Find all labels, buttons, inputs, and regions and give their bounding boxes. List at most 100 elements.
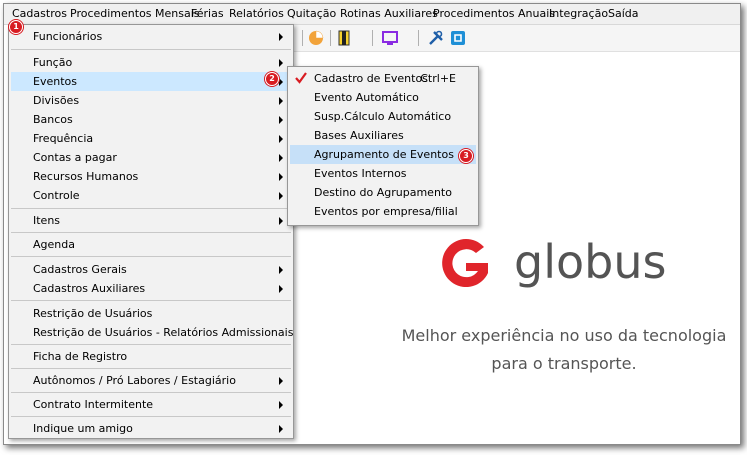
submenu-arrow-icon [279,135,283,143]
menu-item-bancos[interactable]: Bancos [11,110,291,129]
submenu-arrow-icon [279,97,283,105]
tagline-line-2: para o transporte. [491,354,637,373]
submenu-item-cadastro-de-eventos[interactable]: Cadastro de Eventos Ctrl+E [290,69,476,88]
menu-rotinas-auxiliares[interactable]: Rotinas Auxiliares [340,7,438,20]
submenu-item-susp-calculo-automatico[interactable]: Susp.Cálculo Automático [290,107,476,126]
globus-logo-icon [442,239,488,288]
menu-separator [11,49,291,50]
submenu-arrow-icon [279,425,283,433]
step-badge-1: 1 [9,20,23,34]
menu-item-indique-um-amigo[interactable]: Indique um amigo [11,419,291,438]
menu-item-restricao-usuarios[interactable]: Restrição de Usuários [11,304,291,323]
submenu-arrow-icon [279,154,283,162]
toolbar-separator [302,30,303,46]
menu-relatorios[interactable]: Relatórios [229,7,284,20]
menu-item-label: Itens [33,214,61,227]
menu-item-funcionarios[interactable]: Funcionários [11,27,291,46]
menu-procedimentos-anuais[interactable]: Procedimentos Anuais [433,7,555,20]
menu-item-label: Controle [33,189,80,202]
menu-item-frequencia[interactable]: Frequência [11,129,291,148]
menu-item-controle[interactable]: Controle [11,186,291,205]
submenu-item-evento-automatico[interactable]: Evento Automático [290,88,476,107]
menu-item-contas-a-pagar[interactable]: Contas a pagar [11,148,291,167]
menu-separator [11,416,291,417]
menu-item-divisoes[interactable]: Divisões [11,91,291,110]
submenu-arrow-icon [279,192,283,200]
menu-separator [11,232,291,233]
toolbar-separator [418,30,419,46]
submenu-item-agrupamento-de-eventos[interactable]: Agrupamento de Eventos [290,145,476,164]
submenu-item-label: Destino do Agrupamento [314,186,452,199]
menu-item-contrato-intermitente[interactable]: Contrato Intermitente [11,395,291,414]
menu-item-agenda[interactable]: Agenda [11,235,291,254]
menu-item-label: Contas a pagar [33,151,117,164]
submenu-item-label: Agrupamento de Eventos [314,148,454,161]
menu-item-eventos[interactable]: Eventos [11,72,291,91]
submenu-item-eventos-por-empresa-filial[interactable]: Eventos por empresa/filial [290,202,476,221]
menu-item-label: Restrição de Usuários - Relatórios Admis… [33,326,294,339]
submenu-arrow-icon [279,116,283,124]
menu-quitacao[interactable]: Quitação [287,7,336,20]
menu-separator [11,368,291,369]
menu-item-label: Bancos [33,113,73,126]
menu-ferias[interactable]: Férias [191,7,224,20]
menu-saida[interactable]: Saída [608,7,639,20]
menu-bar: Cadastros Procedimentos Mensais Férias R… [4,4,740,25]
menu-item-label: Indique um amigo [33,422,133,435]
menu-item-label: Funcionários [33,30,103,43]
menu-item-label: Eventos [33,75,77,88]
submenu-item-label: Susp.Cálculo Automático [314,110,452,123]
submenu-item-eventos-internos[interactable]: Eventos Internos [290,164,476,183]
menu-item-label: Restrição de Usuários [33,307,153,320]
submenu-item-label: Bases Auxiliares [314,129,404,142]
step-badge-2: 2 [265,72,279,86]
menu-item-label: Função [33,56,73,69]
submenu-arrow-icon [279,285,283,293]
menu-separator [11,208,291,209]
menu-separator [11,256,291,257]
submenu-arrow-icon [279,78,283,86]
app-window: Cadastros Procedimentos Mensais Férias R… [3,3,741,445]
submenu-arrow-icon [279,377,283,385]
menu-integracao[interactable]: Integração [549,7,608,20]
submenu-arrow-icon [279,173,283,181]
tools-icon[interactable] [428,30,444,46]
menu-separator [11,344,291,345]
menu-separator [11,392,291,393]
monitor-icon[interactable] [382,30,398,46]
pie-chart-icon[interactable] [308,30,324,46]
menu-item-autonomos[interactable]: Autônomos / Pró Labores / Estagiário [11,371,291,390]
submenu-item-label: Eventos Internos [314,167,407,180]
menu-item-label: Cadastros Gerais [33,263,127,276]
brand-tagline: Melhor experiência no uso da tecnologia … [369,322,740,378]
shortcut-label: Ctrl+E [420,72,456,85]
menu-procedimentos-mensais[interactable]: Procedimentos Mensais [70,7,200,20]
menu-item-cadastros-auxiliares[interactable]: Cadastros Auxiliares [11,279,291,298]
menu-item-funcao[interactable]: Função [11,53,291,72]
menu-item-ficha-de-registro[interactable]: Ficha de Registro [11,347,291,366]
submenu-item-bases-auxiliares[interactable]: Bases Auxiliares [290,126,476,145]
menu-item-restricao-relatorios-admissionais[interactable]: Restrição de Usuários - Relatórios Admis… [11,323,294,342]
submenu-arrow-icon [279,59,283,67]
submenu-arrow-icon [279,217,283,225]
submenu-item-destino-do-agrupamento[interactable]: Destino do Agrupamento [290,183,476,202]
toolbar-separator [372,30,373,46]
menu-item-label: Autônomos / Pró Labores / Estagiário [33,374,236,387]
document-icon[interactable] [336,30,352,46]
menu-item-label: Contrato Intermitente [33,398,154,411]
menu-separator [11,300,291,301]
eventos-submenu: Cadastro de Eventos Ctrl+E Evento Automá… [287,66,479,226]
submenu-arrow-icon [279,401,283,409]
cadastros-menu: Funcionários Função Eventos Divisões Ban… [8,24,294,439]
menu-item-itens[interactable]: Itens [11,211,291,230]
submenu-item-label: Evento Automático [314,91,419,104]
submenu-arrow-icon [279,33,283,41]
toolbar [294,25,740,52]
menu-item-label: Recursos Humanos [33,170,139,183]
menu-item-recursos-humanos[interactable]: Recursos Humanos [11,167,291,186]
app-icon[interactable] [450,30,466,46]
brand-name: globus [514,235,667,289]
menu-item-cadastros-gerais[interactable]: Cadastros Gerais [11,260,291,279]
menu-cadastros[interactable]: Cadastros [12,7,67,20]
menu-item-label: Frequência [33,132,94,145]
